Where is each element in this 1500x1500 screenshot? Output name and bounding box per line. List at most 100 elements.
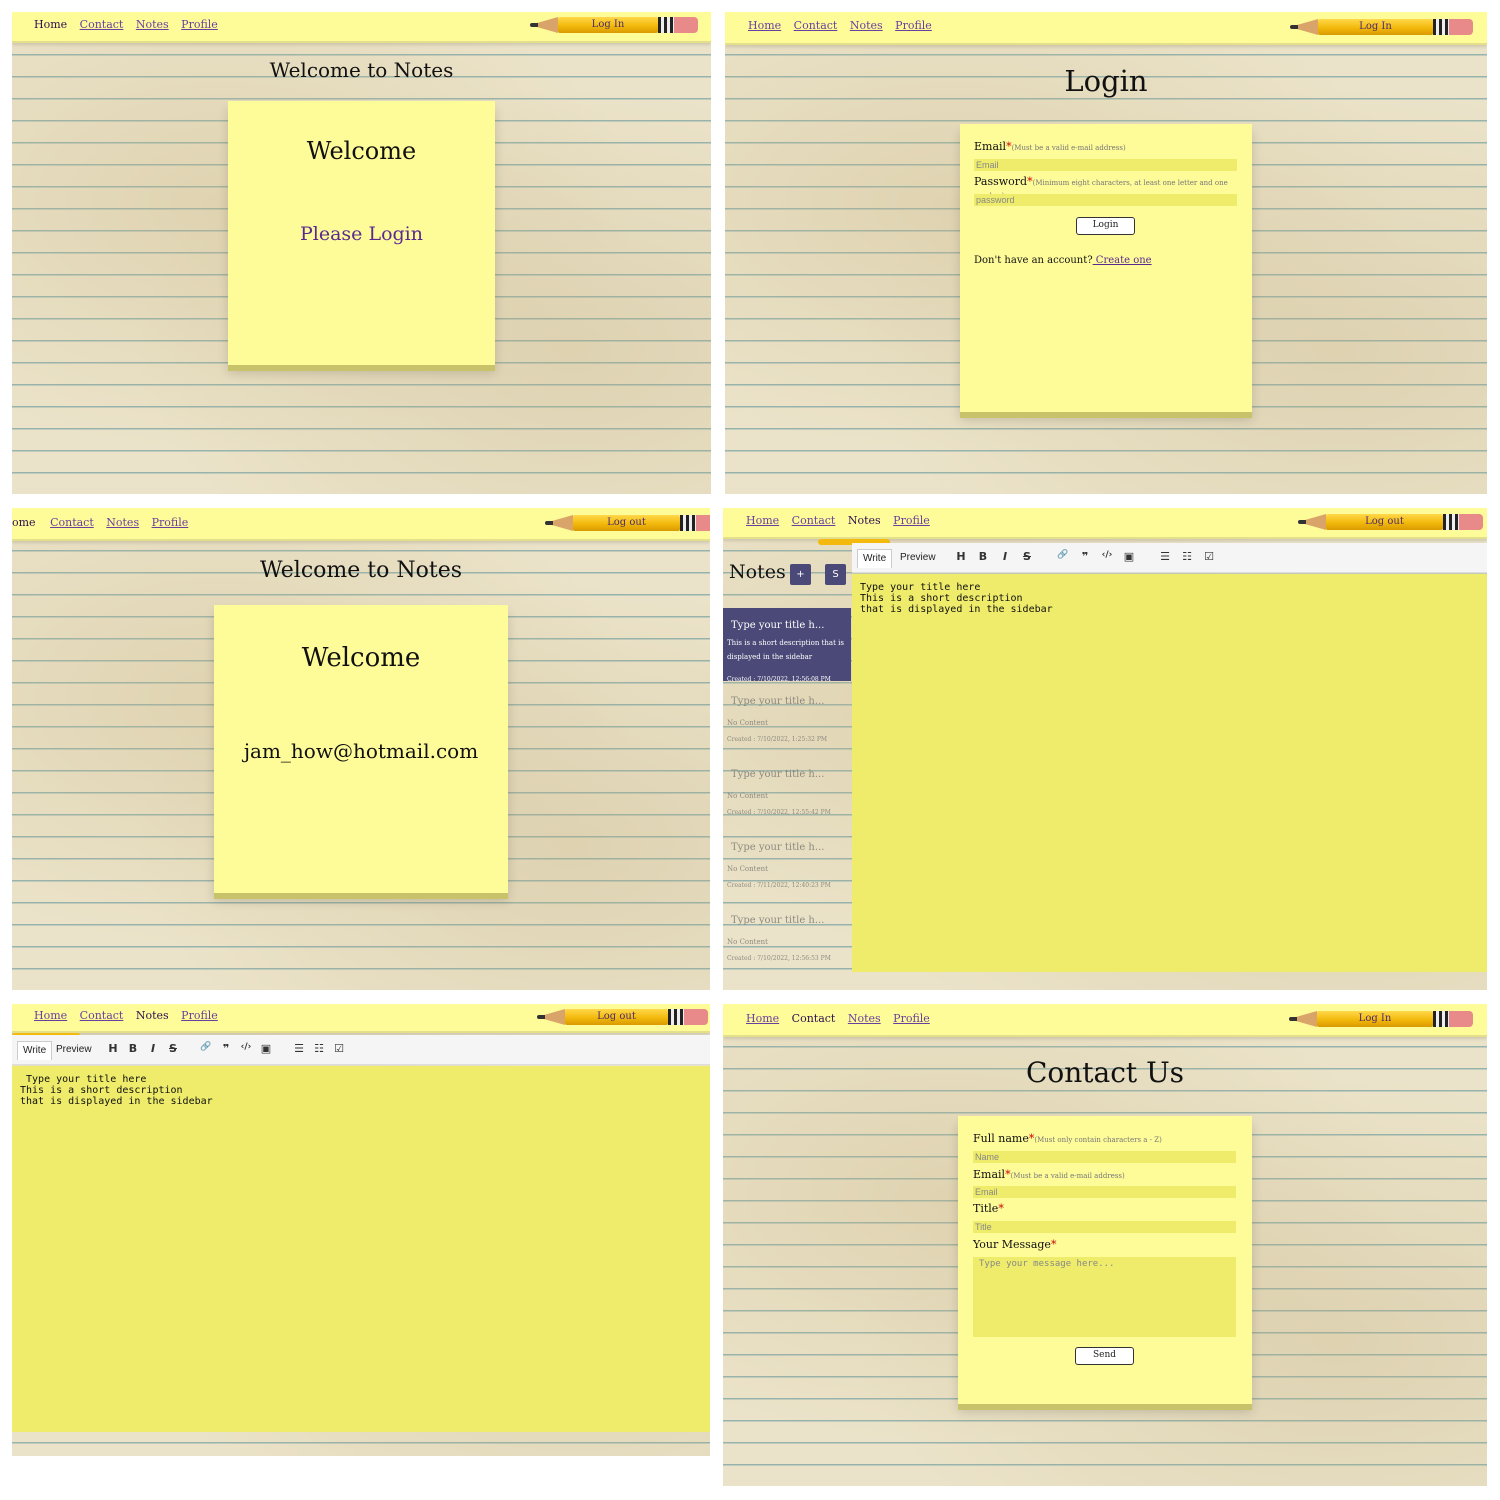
nav-contact-link[interactable]: Contact <box>50 516 94 529</box>
ordered-list-icon[interactable]: ☷ <box>1180 550 1194 563</box>
welcome-note: Welcome Please Login <box>228 101 495 365</box>
preview-tab[interactable]: Preview <box>51 1041 97 1060</box>
markdown-editor[interactable]: Type your title here This is a short des… <box>852 574 1487 972</box>
message-label: Your Message* <box>973 1238 1057 1251</box>
logout-pencil-button[interactable]: Log out <box>545 515 710 531</box>
logout-button-label: Log out <box>573 515 680 531</box>
nav-home-link[interactable]: Home <box>746 514 779 527</box>
email-label: Email*(Must be a valid e-mail address) <box>974 140 1126 153</box>
please-login-link[interactable]: Please Login <box>228 223 495 245</box>
nav-contact-link[interactable]: Contact <box>792 1012 836 1025</box>
title-label: Title* <box>973 1202 1004 1215</box>
nav-contact-link[interactable]: Contact <box>80 18 124 31</box>
nav-notes-link[interactable]: Notes <box>850 19 883 32</box>
page-title: Login <box>1064 64 1148 98</box>
welcome-note: Welcome jam_how@hotmail.com <box>214 605 508 893</box>
image-icon[interactable]: ▣ <box>259 1042 273 1055</box>
login-button-label: Log In <box>1317 1011 1433 1027</box>
nav-contact-link[interactable]: Contact <box>794 19 838 32</box>
quote-icon[interactable]: ❞ <box>219 1042 233 1055</box>
sidebar-note-item[interactable]: Type your title h... No Content Created … <box>723 915 851 988</box>
nav-profile-link[interactable]: Profile <box>181 1009 218 1022</box>
navbar: Home Contact Notes Profile Log out <box>12 1004 710 1033</box>
email-label: Email*(Must be a valid e-mail address) <box>973 1168 1125 1181</box>
sidebar-note-item[interactable]: Type your title h... No Content Created … <box>723 769 851 842</box>
nav-profile-link[interactable]: Profile <box>893 514 930 527</box>
nav-notes-link[interactable]: Notes <box>106 516 139 529</box>
strikethrough-icon[interactable]: S <box>1020 550 1034 563</box>
task-list-icon[interactable]: ☑ <box>1202 550 1216 563</box>
link-icon[interactable]: 🔗 <box>199 1042 213 1052</box>
pencil-eraser-icon <box>1449 1011 1473 1027</box>
nav-notes-link[interactable]: Notes <box>848 1012 881 1025</box>
notes-sidebar: Type your title h... This is a short des… <box>723 608 851 990</box>
email-input[interactable]: Email <box>973 1186 1236 1198</box>
bold-icon[interactable]: B <box>976 550 990 563</box>
pencil-eraser-icon <box>1459 514 1483 530</box>
sidebar-note-item[interactable]: Type your title h... This is a short des… <box>723 608 851 683</box>
link-icon[interactable]: 🔗 <box>1056 550 1070 560</box>
markdown-editor[interactable]: Type your title here This is a short des… <box>12 1066 710 1432</box>
nav-home-link[interactable]: Home <box>748 19 781 32</box>
note-title: Welcome <box>301 643 421 673</box>
login-submit-button[interactable]: Login <box>1076 217 1135 235</box>
unordered-list-icon[interactable]: ☰ <box>1158 550 1172 563</box>
nav-contact-link[interactable]: Contact <box>792 514 836 527</box>
email-input[interactable]: Email <box>974 159 1237 171</box>
heading-icon[interactable]: H <box>106 1042 120 1055</box>
nav-profile-link[interactable]: Profile <box>152 516 189 529</box>
send-button[interactable]: Send <box>1075 1347 1134 1365</box>
nav-profile-link[interactable]: Profile <box>895 19 932 32</box>
nav-notes-link[interactable]: Notes <box>136 18 169 31</box>
navbar: Home Contact Notes Profile Log In <box>12 12 711 43</box>
add-note-button[interactable]: + <box>790 564 811 585</box>
logout-pencil-button[interactable]: Log out <box>1298 514 1483 530</box>
nav-home-link[interactable]: Home <box>746 1012 779 1025</box>
write-tab[interactable]: Write <box>857 549 893 568</box>
pencil-eraser-icon <box>674 17 698 33</box>
login-pencil-button[interactable]: Log In <box>530 17 698 33</box>
contact-form-note: Full name*(Must only contain characters … <box>958 1116 1252 1404</box>
nav-notes-link[interactable]: Notes <box>848 514 881 527</box>
italic-icon[interactable]: I <box>146 1042 160 1055</box>
image-icon[interactable]: ▣ <box>1122 550 1136 563</box>
ordered-list-icon[interactable]: ☷ <box>312 1042 326 1055</box>
preview-tab[interactable]: Preview <box>895 549 941 568</box>
code-icon[interactable]: ‹/› <box>239 1042 253 1052</box>
page-title: Welcome to Notes <box>269 58 454 82</box>
editor-toolbar: Write Preview H B I S 🔗 ❞ ‹/› ▣ ☰ ☷ ☑ <box>852 543 1487 573</box>
nav-profile-link[interactable]: Profile <box>893 1012 930 1025</box>
unordered-list-icon[interactable]: ☰ <box>292 1042 306 1055</box>
sidebar-note-item[interactable]: Type your title h... No Content Created … <box>723 842 851 915</box>
nav-notes-link[interactable]: Notes <box>136 1009 169 1022</box>
message-textarea[interactable]: Type your message here... <box>973 1257 1236 1337</box>
sidebar-note-item[interactable]: Type your title h... No Content Created … <box>723 696 851 769</box>
create-account-link[interactable]: Create one <box>1093 255 1152 266</box>
full-name-input[interactable]: Name <box>973 1151 1236 1163</box>
nav-home-link[interactable]: Home <box>34 1009 67 1022</box>
user-email: jam_how@hotmail.com <box>243 739 479 763</box>
bold-icon[interactable]: B <box>126 1042 140 1055</box>
write-tab[interactable]: Write <box>17 1041 53 1060</box>
nav-links: Home Contact Notes Profile <box>746 514 939 527</box>
password-input[interactable]: password <box>974 194 1237 206</box>
quote-icon[interactable]: ❞ <box>1078 550 1092 563</box>
login-pencil-button[interactable]: Log In <box>1290 19 1473 35</box>
heading-icon[interactable]: H <box>954 550 968 563</box>
title-input[interactable]: Title <box>973 1221 1236 1233</box>
nav-profile-link[interactable]: Profile <box>181 18 218 31</box>
strikethrough-icon[interactable]: S <box>166 1042 180 1055</box>
navbar: Home Contact Notes Profile Log In <box>723 1004 1487 1037</box>
full-name-label: Full name*(Must only contain characters … <box>973 1132 1162 1145</box>
page-title: Contact Us <box>1025 1056 1185 1089</box>
save-note-button[interactable]: S <box>825 564 846 585</box>
logout-pencil-button[interactable]: Log out <box>537 1009 708 1025</box>
login-pencil-button[interactable]: Log In <box>1289 1011 1473 1027</box>
pencil-eraser-icon <box>684 1009 708 1025</box>
code-icon[interactable]: ‹/› <box>1100 550 1114 560</box>
task-list-icon[interactable]: ☑ <box>332 1042 346 1055</box>
nav-home-link[interactable]: Home <box>34 18 67 31</box>
nav-contact-link[interactable]: Contact <box>80 1009 124 1022</box>
nav-home-link[interactable]: ome <box>12 516 36 529</box>
italic-icon[interactable]: I <box>998 550 1012 563</box>
